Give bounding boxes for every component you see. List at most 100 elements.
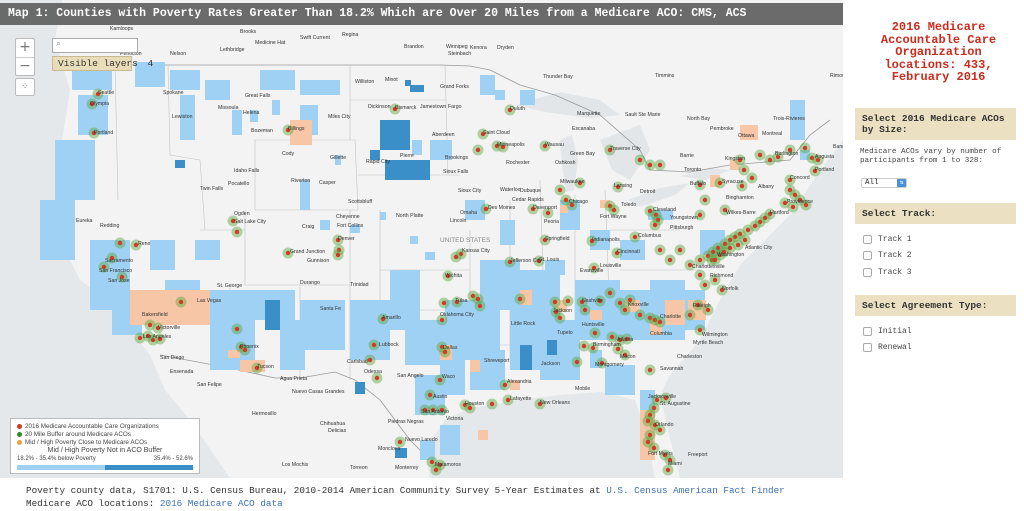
city-label: Duluth [510,106,525,112]
city-label: Torreon [350,465,368,471]
county-poverty-near-aco [130,290,210,325]
aco-point [574,359,580,365]
aco-marker[interactable] [664,254,676,266]
zoom-out-button[interactable]: − [16,57,34,75]
aco-marker[interactable] [634,309,646,321]
city-label: Jamestown [420,104,446,110]
city-label: Jackson [553,308,572,314]
aco-marker[interactable] [472,144,484,156]
aco-marker[interactable] [579,304,591,316]
legend-label: 20 Mile Buffer around Medicare ACOs [25,430,131,438]
aco-marker[interactable] [684,309,696,321]
renewal-checkbox[interactable]: Renewal [863,343,912,352]
aco-marker[interactable] [799,142,811,154]
aco-marker[interactable] [634,154,646,166]
county-low-poverty [72,70,112,90]
aco-marker[interactable] [368,339,380,351]
city-label: Toledo [621,202,636,208]
aco-marker[interactable] [175,296,187,308]
aco-marker[interactable] [754,149,766,161]
aco-point [617,300,623,306]
city-label: Bangor [833,144,843,150]
aco-point [433,467,439,473]
track-1-checkbox[interactable]: Track 1 [863,235,912,244]
census-fact-finder-link[interactable]: U.S. Census American Fact Finder [606,485,785,496]
aco-marker[interactable] [114,237,126,249]
aco-marker[interactable] [699,279,711,291]
size-select[interactable]: All ⇅ [861,178,907,188]
aco-marker[interactable] [604,287,616,299]
aco-marker[interactable] [644,159,656,171]
aco-point [657,427,663,433]
city-label: Amarillo [382,315,401,321]
aco-marker[interactable] [549,296,561,308]
search-icon: ⌕ [56,39,62,49]
city-label: Idaho Falls [234,168,260,174]
city-label: Rapid City [366,159,390,165]
city-label: Binghamton [726,195,754,201]
search-input[interactable] [67,42,137,56]
aco-marker[interactable] [589,327,601,339]
aco-point [397,439,403,445]
zoom-in-button[interactable]: + [16,39,34,57]
city-label: Syracuse [722,179,744,185]
aco-marker[interactable] [694,269,706,281]
aco-marker[interactable] [450,251,462,263]
aco-marker[interactable] [649,219,661,231]
city-label: Buffalo [690,181,706,187]
map-view[interactable]: Kamloops Brooks Swift Current Regina Brandon… [0,0,843,478]
city-label: Grand Junction [290,249,325,255]
aco-marker[interactable] [514,293,526,305]
track-3-checkbox[interactable]: Track 3 [863,268,912,277]
checkbox-label: Track 3 [878,268,912,277]
aco-marker[interactable] [654,159,666,171]
city-label: Denver [338,236,355,242]
county-poverty-near-aco [470,360,480,372]
locate-button[interactable]: ⁘ [15,78,35,96]
city-label: Dickinson [368,104,391,110]
aco-marker[interactable] [554,312,566,324]
aco-marker[interactable] [554,184,566,196]
city-label: Kenora [470,45,487,51]
agreement-section-heading: Select Agreement Type: [855,295,1016,316]
aco-marker[interactable] [674,244,686,256]
aco-point [545,210,551,216]
aco-point [735,242,741,248]
city-label: Bakersfield [142,312,168,318]
aco-marker[interactable] [332,249,344,261]
initial-checkbox[interactable]: Initial [863,327,912,336]
aco-marker[interactable] [438,297,450,309]
aco-point [475,147,481,153]
aco-point [367,357,373,363]
aco-marker[interactable] [644,364,656,376]
county-poverty-near-aco [590,310,602,320]
city-label: Cody [282,151,295,157]
aco-data-link[interactable]: 2016 Medicare ACO data [160,498,283,509]
aco-marker[interactable] [231,226,243,238]
city-label: Craig [302,224,315,230]
track-2-checkbox[interactable]: Track 2 [863,251,912,260]
city-label: Delicias [328,428,347,434]
aco-marker[interactable] [746,172,758,184]
city-label: Chihuahua [320,421,345,427]
aco-point [697,212,703,218]
aco-marker[interactable] [571,356,583,368]
aco-marker[interactable] [562,295,574,307]
aco-point [611,207,617,213]
aco-point [563,197,569,203]
aco-marker[interactable] [474,300,486,312]
aco-marker[interactable] [654,244,666,256]
visible-layers-badge[interactable]: Visible layers 4 [52,56,153,71]
city-label: Pittsburgh [670,225,693,231]
aco-marker[interactable] [578,340,590,352]
aco-marker[interactable] [738,164,750,176]
city-label: Scottsbluff [348,199,373,205]
aco-marker[interactable] [699,194,711,206]
city-label: Raleigh [693,303,711,309]
aco-marker[interactable] [486,398,498,410]
aco-marker[interactable] [739,234,751,246]
legend-label: Mid / High Poverty Close to Medicare ACO… [25,438,148,446]
checkbox-icon [863,327,872,336]
aco-marker[interactable] [231,323,243,335]
aco-dot-icon [17,423,22,429]
